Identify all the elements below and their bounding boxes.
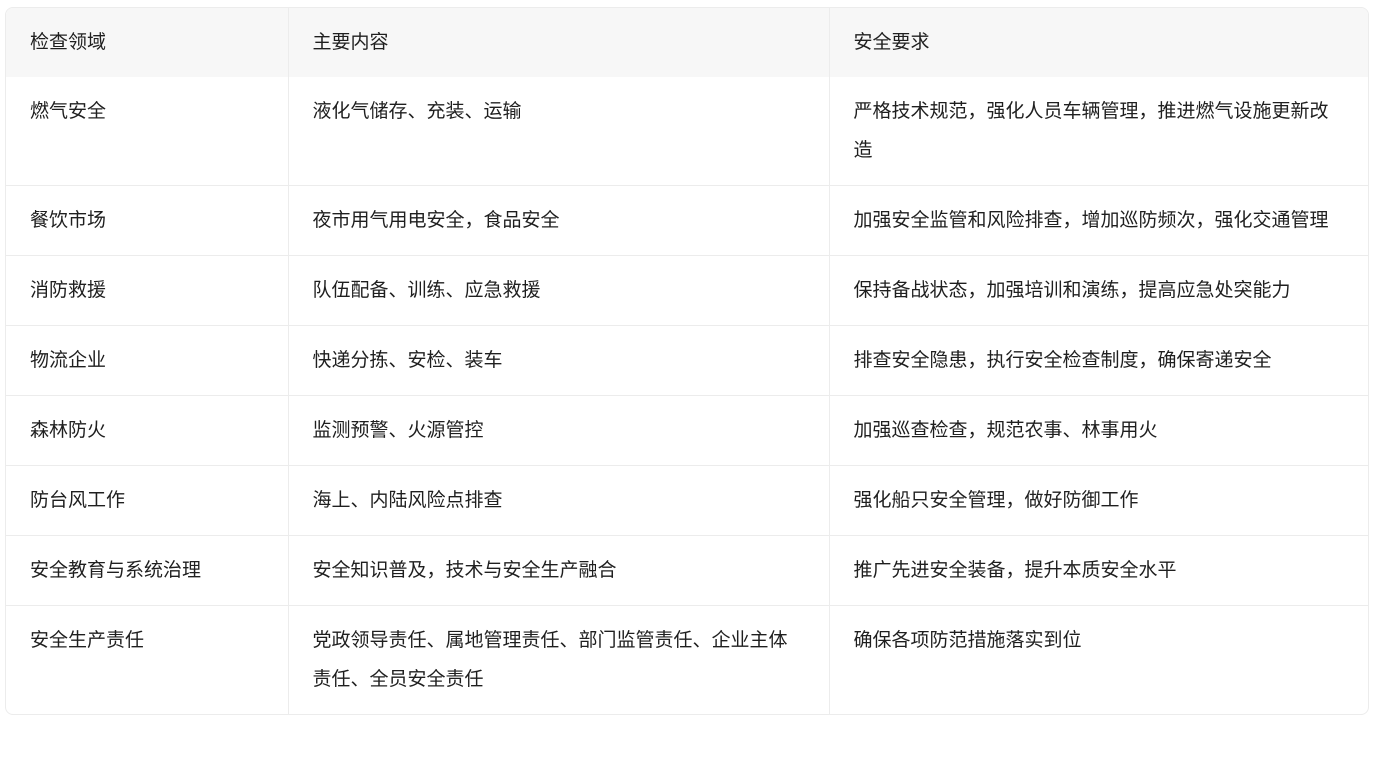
table-cell-area: 物流企业 [6, 325, 288, 396]
table-cell-area: 安全生产责任 [6, 605, 288, 714]
table-cell-content: 队伍配备、训练、应急救援 [287, 255, 829, 326]
table-cell-area: 燃气安全 [30, 100, 107, 122]
table-cell-content: 监测预警、火源管控 [287, 395, 829, 466]
table-cell-requirement: 加强安全监管和风险排查，增加巡防频次，强化交通管理 [828, 185, 1368, 256]
table-row: 燃气安全 液化气储存、充装、运输 严格技术规范，强化人员车辆管理，推进燃气设施更… [6, 77, 1368, 186]
table-cell-content: 安全知识普及，技术与安全生产融合 [287, 535, 829, 606]
table-cell-area: 安全教育与系统治理 [6, 535, 288, 606]
table-row: 安全教育与系统治理 安全知识普及，技术与安全生产融合 推广先进安全装备，提升本质… [6, 535, 1368, 606]
header-cell-content: 主要内容 [287, 8, 829, 77]
table-cell-area: 防台风工作 [6, 465, 288, 536]
table-cell-area: 消防救援 [6, 255, 288, 326]
table-cell-content: 海上、内陆风险点排查 [287, 465, 829, 536]
table-body: 燃气安全 液化气储存、充装、运输 严格技术规范，强化人员车辆管理，推进燃气设施更… [6, 77, 1368, 714]
table-row: 物流企业 快递分拣、安检、装车 排查安全隐患，执行安全检查制度，确保寄递安全 [6, 325, 1368, 396]
safety-inspection-table: 检查领域 主要内容 安全要求 燃气安全 液化气储存、充装、运输 严格技术规范，强… [6, 8, 1368, 714]
table-cell-requirement: 严格技术规范，强化人员车辆管理，推进燃气设施更新改造 [828, 77, 1368, 186]
table-cell-requirement: 推广先进安全装备，提升本质安全水平 [828, 535, 1368, 606]
table-row: 消防救援 队伍配备、训练、应急救援 保持备战状态，加强培训和演练，提高应急处突能… [6, 255, 1368, 326]
header-cell-requirement: 安全要求 [828, 8, 1368, 77]
table-cell-content: 液化气储存、充装、运输 [287, 77, 829, 186]
table-cell-content: 党政领导责任、属地管理责任、部门监管责任、企业主体责任、全员安全责任 [287, 605, 829, 714]
table-cell-requirement: 保持备战状态，加强培训和演练，提高应急处突能力 [828, 255, 1368, 326]
table-row: 防台风工作 海上、内陆风险点排查 强化船只安全管理，做好防御工作 [6, 465, 1368, 536]
table-row: 安全生产责任 党政领导责任、属地管理责任、部门监管责任、企业主体责任、全员安全责… [6, 605, 1368, 714]
table-cell-requirement: 强化船只安全管理，做好防御工作 [828, 465, 1368, 536]
data-table: 检查领域 主要内容 安全要求 燃气安全 液化气储存、充装、运输 严格技术规范，强… [5, 7, 1369, 715]
table-row: 餐饮市场 夜市用气用电安全，食品安全 加强安全监管和风险排查，增加巡防频次，强化… [6, 185, 1368, 256]
table-row: 森林防火 监测预警、火源管控 加强巡查检查，规范农事、林事用火 [6, 395, 1368, 466]
table-cell-area: 餐饮市场 [6, 185, 288, 256]
table-cell-content: 快递分拣、安检、装车 [287, 325, 829, 396]
table-cell-requirement: 确保各项防范措施落实到位 [828, 605, 1368, 714]
table-cell-area: 森林防火 [6, 395, 288, 466]
header-cell-area: 检查领域 [6, 8, 288, 77]
header-row: 检查领域 主要内容 安全要求 [6, 8, 1368, 77]
table-cell-content: 夜市用气用电安全，食品安全 [287, 185, 829, 256]
table-cell-requirement: 排查安全隐患，执行安全检查制度，确保寄递安全 [828, 325, 1368, 396]
table-header: 检查领域 主要内容 安全要求 [6, 8, 1368, 77]
table-cell-requirement: 加强巡查检查，规范农事、林事用火 [828, 395, 1368, 466]
